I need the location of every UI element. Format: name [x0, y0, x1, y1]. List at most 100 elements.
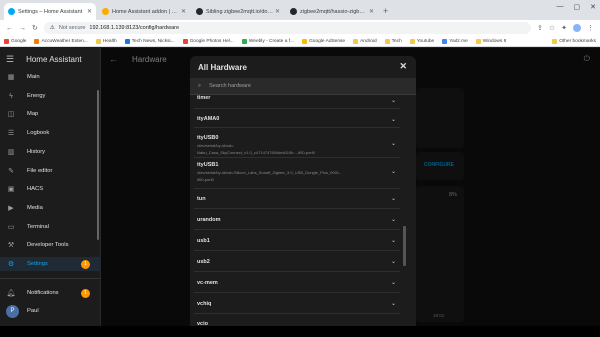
minimize-icon[interactable]: —: [557, 3, 564, 11]
bookmark-item[interactable]: Yadz.me: [442, 38, 468, 44]
media-icon: ▶: [8, 205, 14, 212]
url-text: 192.168.1.139:8123/config/hardware: [89, 25, 180, 31]
sidebar-item-file-editor[interactable]: ✎ File editor: [0, 164, 101, 178]
sidebar-item-hacs[interactable]: ▣ HACS: [0, 182, 101, 196]
bookmark-item[interactable]: Windows 8: [475, 38, 506, 44]
notifications-badge: 1: [81, 288, 90, 298]
hardware-name: ttyUSB0: [197, 135, 219, 141]
sidebar-item-map[interactable]: ◫ Map: [0, 107, 101, 121]
sidebar-scrollbar[interactable]: [97, 90, 99, 240]
profile-avatar[interactable]: [573, 24, 581, 32]
hardware-row-vcio[interactable]: vcio: [194, 316, 400, 326]
tab-docs[interactable]: Sibling zigbee2mqtt.io/docs/gu... ✕: [192, 3, 284, 20]
chevron-down-icon[interactable]: ⌄: [391, 279, 396, 286]
reload-icon[interactable]: ↻: [32, 24, 38, 32]
search-icon: ⌕: [198, 82, 202, 89]
address-bar[interactable]: ⚠ Not secure 192.168.1.139:8123/config/h…: [43, 22, 531, 34]
chevron-down-icon[interactable]: ⌄: [391, 258, 396, 265]
chevron-down-icon[interactable]: ⌄: [391, 116, 396, 123]
hardware-row-usb1[interactable]: usb1 ⌄: [194, 232, 400, 251]
bookmark-item[interactable]: Health: [95, 38, 117, 44]
bookmark-icon: [302, 38, 308, 44]
share-icon[interactable]: ⇪: [537, 24, 543, 32]
hardware-row-usb2[interactable]: usb2 ⌄: [194, 253, 400, 272]
bookmark-item[interactable]: Weebly - Create a f...: [241, 38, 294, 44]
history-icon: ▥: [7, 149, 15, 156]
dialog-title: All Hardware: [198, 62, 247, 72]
dialog-scrollbar[interactable]: [403, 226, 406, 266]
new-tab-button[interactable]: +: [383, 6, 388, 16]
sidebar-item-notifications[interactable]: 🔔︎ Notifications 1: [0, 286, 101, 300]
forward-arrow-icon[interactable]: →: [19, 25, 26, 32]
sidebar-item-media[interactable]: ▶ Media: [0, 201, 101, 215]
hardware-row-urandom[interactable]: urandom ⌄: [194, 211, 400, 230]
maximize-icon[interactable]: ▢: [574, 3, 581, 11]
close-tab-icon[interactable]: ✕: [87, 8, 92, 15]
hardware-name: tun: [197, 196, 206, 202]
bookmark-item[interactable]: Android: [353, 38, 377, 44]
tab-settings[interactable]: Settings – Home Assistant ✕: [4, 3, 96, 20]
sidebar-item-energy[interactable]: ϟ Energy: [0, 89, 101, 103]
close-tab-icon[interactable]: ✕: [181, 8, 186, 15]
bookmark-item[interactable]: Tech: [384, 38, 402, 44]
home-assistant-icon: [8, 8, 15, 15]
chevron-down-icon[interactable]: ⌄: [391, 300, 396, 307]
hardware-row-ttyama0[interactable]: ttyAMA0 ⌄: [194, 112, 400, 128]
gear-icon: ⚙: [7, 261, 15, 268]
tab-addon[interactable]: Home Assistant addon | Zigbee... ✕: [98, 3, 190, 20]
browser-window: Settings – Home Assistant ✕ Home Assista…: [0, 0, 600, 326]
hardware-row-vc-mem[interactable]: vc-mem ⌄: [194, 274, 400, 293]
hardware-name: ttyUSB1: [197, 162, 219, 168]
bookmark-item[interactable]: AccuWeather Exten...: [34, 38, 88, 44]
bookmark-item[interactable]: Google Photos Hel...: [182, 38, 234, 44]
sidebar-item-developer-tools[interactable]: ⚒ Developer Tools: [0, 238, 101, 252]
bookmark-item[interactable]: Tech News, Nicksi...: [124, 38, 175, 44]
bookmark-item[interactable]: Youtube: [409, 38, 434, 44]
extensions-icon[interactable]: ✦: [561, 24, 567, 32]
all-hardware-dialog: All Hardware ✕ ⌕ Search hardware timer ⌄ …: [190, 56, 416, 326]
other-bookmarks[interactable]: Other bookmarks: [552, 38, 596, 44]
hamburger-icon[interactable]: ☰: [6, 54, 14, 65]
tab-github[interactable]: zigbee2mqtt/hassio-zigbee2mq... ✕: [286, 3, 378, 20]
search-input[interactable]: Search hardware: [209, 83, 251, 89]
hardware-row-vchiq[interactable]: vchiq ⌄: [194, 295, 400, 314]
close-icon[interactable]: ✕: [399, 61, 407, 72]
chevron-down-icon[interactable]: ⌄: [391, 97, 396, 104]
chevron-down-icon[interactable]: ⌄: [391, 237, 396, 244]
chevron-down-icon[interactable]: ⌄: [391, 168, 396, 175]
sidebar-item-settings[interactable]: ⚙ Settings 1: [0, 257, 101, 271]
logbook-icon: ☰: [7, 130, 15, 137]
back-arrow-icon[interactable]: ←: [6, 25, 13, 32]
kebab-menu-icon[interactable]: ⋮: [587, 24, 594, 32]
hardware-row-tun[interactable]: tun ⌄: [194, 190, 400, 209]
bookmark-item[interactable]: Google AdSense: [302, 38, 345, 44]
avatar: P: [6, 304, 19, 318]
folder-icon: [409, 38, 415, 44]
sidebar-item-logbook[interactable]: ☰ Logbook: [0, 126, 101, 140]
search-field[interactable]: ⌕ Search hardware: [190, 78, 416, 95]
star-icon[interactable]: ☆: [549, 24, 555, 32]
hardware-row-ttyusb0[interactable]: ttyUSB0/dev/serial/by-id/usb- Nabu_Casa_S…: [194, 132, 400, 158]
dialog-header: All Hardware ✕: [190, 56, 416, 78]
close-window-icon[interactable]: ✕: [590, 3, 596, 11]
chevron-down-icon[interactable]: ⌄: [391, 195, 396, 202]
bookmark-icon: [34, 38, 40, 44]
sidebar-item-user[interactable]: P Paul: [0, 304, 101, 318]
sidebar-item-history[interactable]: ▥ History: [0, 145, 101, 159]
close-tab-icon[interactable]: ✕: [275, 8, 280, 15]
sidebar-item-main[interactable]: ▦ Main: [0, 70, 101, 84]
hardware-row-timer[interactable]: timer ⌄: [194, 95, 400, 109]
settings-badge: 1: [81, 259, 90, 269]
hardware-row-ttyusb1[interactable]: ttyUSB1/dev/serial/by-id/usb-Silicon_Lab…: [194, 159, 400, 189]
hardware-list: timer ⌄ ttyAMA0 ⌄ ttyUSB0/dev/serial/by-id…: [190, 95, 416, 326]
hardware-name: usb2: [197, 259, 210, 265]
device-path: if00-port0: [197, 177, 214, 182]
sidebar-item-terminal[interactable]: ▭ Terminal: [0, 220, 101, 234]
close-tab-icon[interactable]: ✕: [369, 8, 374, 15]
chevron-down-icon[interactable]: ⌄: [391, 216, 396, 223]
bookmark-item[interactable]: Google: [4, 38, 26, 44]
tab-title: Settings – Home Assistant: [18, 8, 83, 15]
sidebar-divider: [0, 278, 101, 279]
chevron-down-icon[interactable]: ⌄: [391, 140, 396, 147]
hardware-name: vchiq: [197, 301, 212, 307]
